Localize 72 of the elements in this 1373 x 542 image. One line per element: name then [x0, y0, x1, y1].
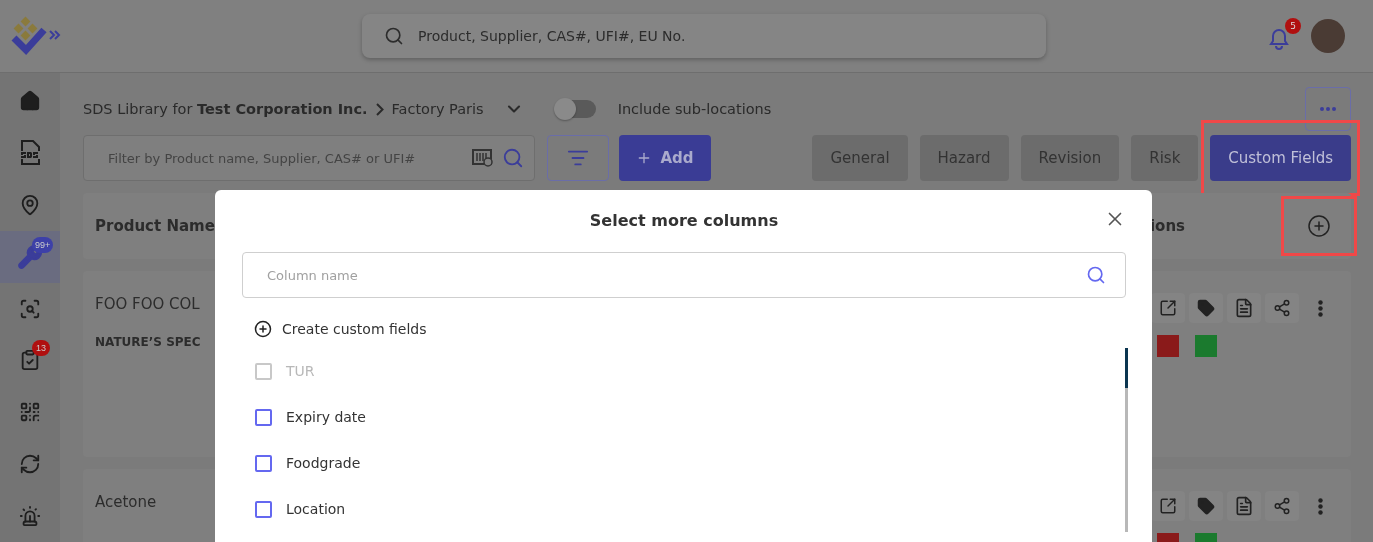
search-icon — [1086, 265, 1106, 285]
checkbox[interactable] — [255, 408, 272, 426]
circle-plus-icon — [1307, 214, 1331, 238]
scrollbar[interactable] — [1125, 348, 1128, 532]
kebab-menu-icon — [1317, 299, 1323, 317]
barcode-scan-icon — [472, 148, 494, 168]
sync-icon — [19, 453, 41, 476]
share-icon — [1273, 299, 1291, 317]
circle-plus-icon — [254, 320, 272, 338]
notifications-button[interactable]: 5 — [1265, 18, 1301, 54]
open-link-button[interactable] — [1151, 491, 1185, 521]
add-button[interactable]: Add — [619, 135, 711, 181]
column-option-label: Foodgrade — [286, 455, 361, 471]
external-link-icon — [1159, 497, 1177, 515]
global-search-field[interactable]: Product, Supplier, CAS#, UFI#, EU No. — [362, 14, 1046, 58]
search-icon — [384, 26, 404, 46]
document-icon — [1234, 496, 1254, 516]
dialog-title: Select more columns — [589, 210, 779, 230]
column-group-tab[interactable]: Risk — [1131, 135, 1199, 181]
column-group-tab[interactable]: Hazard — [919, 135, 1009, 181]
qr-code-icon — [19, 401, 41, 424]
column-option-label: TUR — [286, 363, 315, 379]
location-pin-icon — [19, 193, 41, 216]
count-badge: 13 — [32, 340, 50, 357]
product-name: Acetone — [95, 493, 157, 511]
safety-pictogram — [1157, 335, 1179, 357]
ellipsis-icon — [1320, 107, 1336, 111]
add-column-button[interactable] — [1307, 214, 1331, 238]
home-icon — [19, 89, 41, 112]
tag-button[interactable] — [1189, 293, 1223, 323]
document-icon — [1234, 298, 1254, 318]
create-custom-fields-button[interactable]: Create custom fields — [242, 320, 427, 338]
sub-locations-toggle[interactable] — [555, 100, 596, 118]
sub-locations-label: Include sub-locations — [617, 101, 772, 117]
tag-button[interactable] — [1189, 491, 1223, 521]
bell-icon — [1269, 28, 1289, 50]
external-link-icon — [1159, 299, 1177, 317]
column-search-field[interactable]: Column name — [242, 252, 1126, 298]
column-group-tab[interactable]: Custom Fields — [1210, 135, 1351, 181]
notification-count-badge: 5 — [1285, 18, 1301, 34]
tag-icon — [1197, 497, 1215, 515]
column-option-label: Location — [286, 501, 346, 517]
count-badge: 99+ — [32, 236, 54, 253]
alarm-icon — [19, 505, 41, 528]
checkbox[interactable] — [255, 454, 272, 472]
column-option-label: Expiry date — [286, 409, 366, 425]
checkbox[interactable] — [255, 500, 272, 518]
sidebar-item[interactable]: 13 — [0, 334, 60, 387]
user-avatar[interactable] — [1311, 19, 1345, 53]
column-group-tab[interactable]: General — [812, 135, 908, 181]
spill-kit-pictogram — [1195, 335, 1217, 357]
clipboard-icon — [19, 349, 41, 372]
filter-field[interactable]: Filter by Product name, Supplier, CAS# or UFI# — [83, 135, 535, 181]
share-button[interactable] — [1265, 293, 1299, 323]
log-button[interactable] — [1227, 491, 1261, 521]
chevron-right-icon — [375, 102, 384, 116]
search-icon — [502, 147, 524, 169]
log-button[interactable] — [1227, 293, 1261, 323]
share-icon — [1273, 497, 1291, 515]
sds-file-icon — [18, 139, 42, 166]
column-group-tab[interactable]: Revision — [1020, 135, 1120, 181]
open-link-button[interactable] — [1151, 293, 1185, 323]
breadcrumb-location[interactable]: Factory Paris — [391, 101, 484, 117]
supplier-name: NATURE’S SPEC — [95, 335, 201, 349]
column-header: Product Name — [95, 216, 215, 237]
sidebar-item[interactable]: 99+ — [0, 230, 60, 283]
share-button[interactable] — [1265, 491, 1299, 521]
tag-icon — [1197, 299, 1215, 317]
product-name: FOO FOO COL — [95, 295, 201, 313]
breadcrumb-library: SDS Library for Test Corporation Inc. — [83, 101, 368, 117]
search-globe-icon — [19, 297, 41, 320]
kebab-menu-icon — [1317, 497, 1323, 515]
